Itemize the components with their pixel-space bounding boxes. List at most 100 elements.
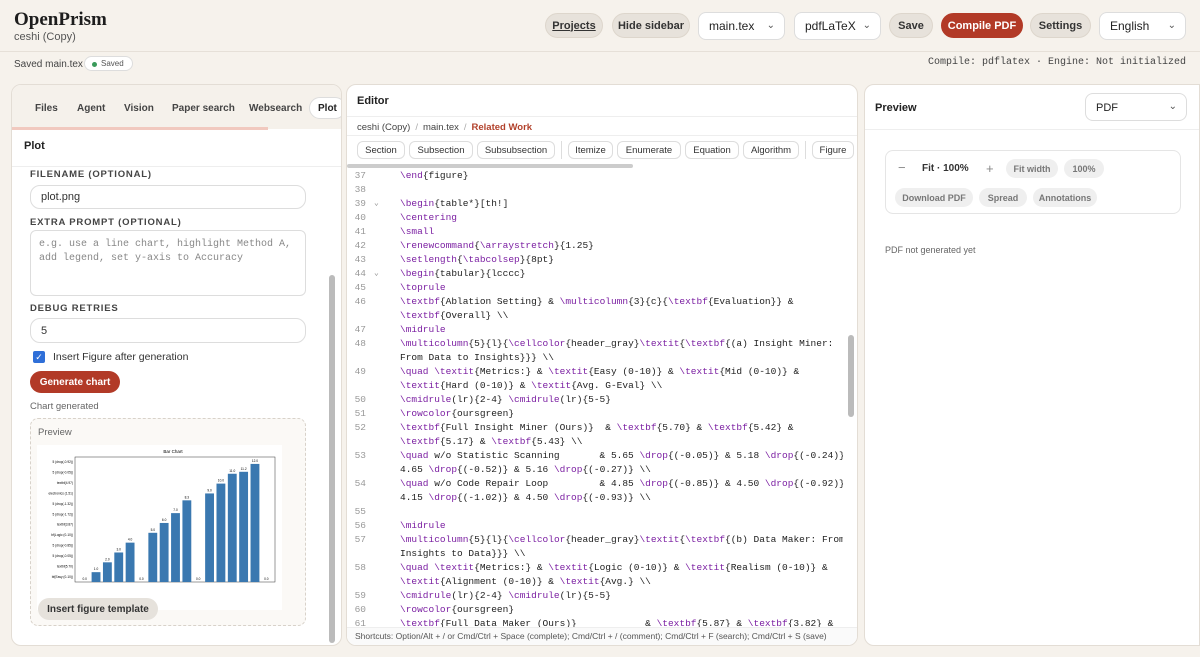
line-number: 47 bbox=[354, 324, 366, 335]
tab-agent[interactable]: Agent bbox=[77, 97, 105, 119]
code-text: \renewcommand{\arraystretch}{1.25} bbox=[400, 240, 594, 251]
settings-button[interactable]: Settings bbox=[1030, 13, 1091, 38]
code-line[interactable]: 52 \textbf{Full Insight Miner (Ours)} & \… bbox=[347, 421, 843, 435]
code-line[interactable]: 48 \multicolumn{5}{l}{\cellcolor{header_g… bbox=[347, 337, 843, 351]
annotations-button[interactable]: Annotations bbox=[1033, 188, 1097, 207]
line-number: 56 bbox=[354, 520, 366, 531]
code-line[interactable]: 50 \cmidrule(lr){2-4} \cmidrule(lr){5-5} bbox=[347, 393, 843, 407]
insert-figure-label: Insert Figure after generation bbox=[53, 351, 189, 363]
insert-equation-button[interactable]: Equation bbox=[685, 141, 739, 159]
insert-figure-button[interactable]: Figure bbox=[812, 141, 854, 159]
code-line[interactable]: 4.65 \drop{(-0.52)} & 5.16 \drop{(-0.27)… bbox=[347, 463, 843, 477]
code-text: \quad w/o Statistic Scanning & 5.65 \dro… bbox=[400, 450, 843, 461]
y-tick-label: bf(Logic (0-10)) bbox=[51, 533, 73, 537]
zoom-100-button[interactable]: 100% bbox=[1064, 159, 1104, 178]
line-number: 39 bbox=[354, 198, 366, 209]
save-button[interactable]: Save bbox=[889, 13, 933, 38]
code-line[interactable]: 49 \quad \textit{Metrics:} & \textit{Easy… bbox=[347, 365, 843, 379]
code-line[interactable]: 60 \rowcolor{oursgreen} bbox=[347, 603, 843, 617]
code-line[interactable]: 39 ⌄ \begin{table*}[th!] bbox=[347, 197, 843, 211]
code-line[interactable]: \textbf{Overall} \\ bbox=[347, 309, 843, 323]
code-text: \cmidrule(lr){2-4} \cmidrule(lr){5-5} bbox=[400, 394, 611, 405]
code-line[interactable]: Insights to Data}}} \\ bbox=[347, 547, 843, 561]
code-line[interactable]: 38 bbox=[347, 183, 843, 197]
insert-algorithm-button[interactable]: Algorithm bbox=[743, 141, 799, 159]
breadcrumb-project[interactable]: ceshi (Copy) bbox=[357, 122, 410, 133]
sidebar-tabs: Files Agent Vision Paper search Websearc… bbox=[12, 85, 341, 130]
code-text: \rowcolor{oursgreen} bbox=[400, 408, 515, 419]
plot-panel-title: Plot bbox=[12, 130, 341, 167]
insert-figure-template-button[interactable]: Insert figure template bbox=[38, 598, 158, 620]
hide-sidebar-button[interactable]: Hide sidebar bbox=[612, 13, 690, 38]
code-line[interactable]: From Data to Insights}}} \\ bbox=[347, 351, 843, 365]
code-line[interactable]: 44 ⌄ \begin{tabular}{lcccc} bbox=[347, 267, 843, 281]
code-line[interactable]: 45 \toprule bbox=[347, 281, 843, 295]
extra-prompt-input[interactable]: e.g. use a line chart, highlight Method … bbox=[30, 230, 306, 296]
generate-chart-button[interactable]: Generate chart bbox=[30, 371, 120, 393]
download-pdf-button[interactable]: Download PDF bbox=[895, 188, 973, 207]
tab-paper-search[interactable]: Paper search bbox=[172, 97, 235, 119]
chart-generated-text: Chart generated bbox=[30, 401, 99, 412]
debug-retries-input[interactable]: 5 bbox=[30, 318, 306, 343]
y-tick-label: 5 (drop(-0.92)) bbox=[52, 460, 73, 464]
code-line[interactable]: 37 \end{figure} bbox=[347, 169, 843, 183]
code-line[interactable]: 42 \renewcommand{\arraystretch}{1.25} bbox=[347, 239, 843, 253]
code-text: \multicolumn{5}{l}{\cellcolor{header_gra… bbox=[400, 534, 843, 545]
preview-mode-select[interactable]: PDF ⌄ bbox=[1085, 93, 1187, 121]
code-line[interactable]: 56 \midrule bbox=[347, 519, 843, 533]
pdf-controls-card: − Fit · 100% + Fit width 100% Download P… bbox=[885, 150, 1181, 214]
zoom-in-button[interactable]: + bbox=[986, 161, 994, 176]
tab-files[interactable]: Files bbox=[35, 97, 58, 119]
line-number: 53 bbox=[354, 450, 366, 461]
code-line[interactable]: 55 bbox=[347, 505, 843, 519]
code-line[interactable]: \textbf{5.17} & \textbf{5.43} \\ bbox=[347, 435, 843, 449]
insert-figure-checkbox[interactable]: ✓ bbox=[33, 351, 45, 363]
code-line[interactable]: 51 \rowcolor{oursgreen} bbox=[347, 407, 843, 421]
toolbar-scrollbar[interactable] bbox=[347, 164, 633, 168]
y-tick-label: textbf(4.97) bbox=[57, 481, 73, 485]
insert-enumerate-button[interactable]: Enumerate bbox=[617, 141, 681, 159]
code-line[interactable]: 53 \quad w/o Statistic Scanning & 5.65 \d… bbox=[347, 449, 843, 463]
code-line[interactable]: 46 \textbf{Ablation Setting} & \multicolu… bbox=[347, 295, 843, 309]
compile-pdf-button[interactable]: Compile PDF bbox=[941, 13, 1023, 38]
code-line[interactable]: 47 \midrule bbox=[347, 323, 843, 337]
fold-toggle-icon[interactable]: ⌄ bbox=[374, 267, 379, 281]
language-select[interactable]: English ⌄ bbox=[1099, 12, 1186, 40]
tab-vision[interactable]: Vision bbox=[124, 97, 154, 119]
zoom-level: Fit · 100% bbox=[922, 163, 969, 174]
code-line[interactable]: 59 \cmidrule(lr){2-4} \cmidrule(lr){5-5} bbox=[347, 589, 843, 603]
breadcrumb-section[interactable]: Related Work bbox=[472, 122, 533, 133]
bar-value-label: 1.0 bbox=[94, 567, 99, 571]
breadcrumb-file[interactable]: main.tex bbox=[423, 122, 459, 133]
insert-subsection-button[interactable]: Subsection bbox=[409, 141, 473, 159]
code-line[interactable]: 61 \textbf{Full Data Maker (Ours)} & \tex… bbox=[347, 617, 843, 627]
insert-section-button[interactable]: Section bbox=[357, 141, 405, 159]
code-line[interactable]: 58 \quad \textit{Metrics:} & \textit{Logi… bbox=[347, 561, 843, 575]
code-line[interactable]: 54 \quad w/o Code Repair Loop & 4.85 \dro… bbox=[347, 477, 843, 491]
editor-scrollbar[interactable] bbox=[848, 335, 854, 417]
tab-plot[interactable]: Plot bbox=[309, 97, 341, 119]
insert-itemize-button[interactable]: Itemize bbox=[568, 141, 613, 159]
filename-input[interactable]: plot.png bbox=[30, 185, 306, 209]
code-line[interactable]: 4.15 \drop{(-1.02)} & 4.50 \drop{(-0.93)… bbox=[347, 491, 843, 505]
spread-button[interactable]: Spread bbox=[979, 188, 1027, 207]
engine-select[interactable]: pdfLaTeX ⌄ bbox=[794, 12, 881, 40]
code-editor[interactable]: 37 \end{figure} 38 39 ⌄ \begin{table*}[th!] 40… bbox=[347, 169, 843, 627]
code-line[interactable]: 57 \multicolumn{5}{l}{\cellcolor{header_g… bbox=[347, 533, 843, 547]
y-tick-label: 5 (drop(-1.72)) bbox=[52, 512, 73, 516]
fit-width-button[interactable]: Fit width bbox=[1006, 159, 1058, 178]
code-line[interactable]: \textit{Hard (0-10)} & \textit{Avg. G-Ev… bbox=[347, 379, 843, 393]
line-number: 37 bbox=[354, 170, 366, 181]
code-line[interactable]: 43 \setlength{\tabcolsep}{8pt} bbox=[347, 253, 843, 267]
tab-websearch[interactable]: Websearch bbox=[249, 97, 302, 119]
line-number: 45 bbox=[354, 282, 366, 293]
insert-subsubsection-button[interactable]: Subsubsection bbox=[477, 141, 555, 159]
zoom-out-button[interactable]: − bbox=[898, 160, 906, 175]
code-line[interactable]: 40 \centering bbox=[347, 211, 843, 225]
fold-toggle-icon[interactable]: ⌄ bbox=[374, 197, 379, 211]
projects-button[interactable]: Projects bbox=[545, 13, 603, 38]
left-scrollbar[interactable] bbox=[329, 275, 335, 643]
code-line[interactable]: \textit{Alignment (0-10)} & \textit{Avg.… bbox=[347, 575, 843, 589]
file-select[interactable]: main.tex ⌄ bbox=[698, 12, 785, 40]
code-line[interactable]: 41 \small bbox=[347, 225, 843, 239]
